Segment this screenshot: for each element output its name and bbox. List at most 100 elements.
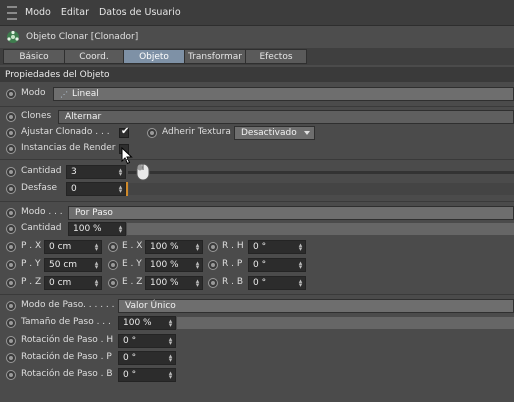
px-value: 0 cm — [49, 242, 72, 252]
rotacion-h-input[interactable]: 0 ° ▴ ▾ — [118, 334, 176, 348]
row-cantidad-percent: Cantidad 100 % ▴ ▾ — [0, 220, 514, 238]
cantidad-percent-slider[interactable] — [127, 223, 514, 235]
tab-transformar[interactable]: Transformar — [184, 49, 246, 64]
tab-efectos[interactable]: Efectos — [245, 49, 307, 64]
spinner-arrows-icon[interactable]: ▴ ▾ — [298, 242, 303, 253]
menu-editar[interactable]: Editar — [61, 7, 89, 18]
menu-datos-usuario[interactable]: Datos de Usuario — [99, 7, 181, 18]
modo-de-paso-dropdown[interactable]: Valor Único — [118, 299, 514, 313]
tab-objeto[interactable]: Objeto — [123, 49, 185, 64]
keyframe-radio-icon[interactable] — [208, 260, 218, 270]
desfase-slider-handle[interactable] — [126, 182, 128, 196]
ex-label: E . X — [122, 241, 143, 251]
modo-de-paso-label: Modo de Paso. . . . . . — [21, 300, 115, 310]
row-rotacion-b: Rotación de Paso . B 0 ° ▴ ▾ — [0, 366, 514, 384]
menu-modo[interactable]: Modo — [25, 7, 51, 18]
ey-input[interactable]: 100 % ▴ ▾ — [145, 258, 203, 272]
modo-transform-dropdown[interactable]: Por Paso — [68, 206, 514, 220]
spinner-arrows-icon[interactable]: ▴ ▾ — [195, 242, 200, 253]
keyframe-radio-icon[interactable] — [6, 89, 16, 99]
keyframe-radio-icon[interactable] — [6, 208, 16, 218]
spinner-arrows-icon[interactable]: ▴ ▾ — [195, 260, 200, 271]
desfase-input[interactable]: 0 ▴ ▾ — [66, 182, 126, 196]
spinner-arrows-icon[interactable]: ▴ ▾ — [195, 278, 200, 289]
keyframe-radio-icon[interactable] — [208, 278, 218, 288]
keyframe-radio-icon[interactable] — [6, 128, 16, 138]
rb-input[interactable]: 0 ° ▴ ▾ — [248, 276, 306, 290]
desfase-slider[interactable] — [129, 183, 514, 195]
pz-value: 0 cm — [49, 278, 72, 288]
py-label: P . Y — [21, 259, 41, 269]
spinner-arrows-icon[interactable]: ▴ ▾ — [168, 353, 173, 364]
keyframe-radio-icon[interactable] — [6, 112, 16, 122]
modo-dropdown[interactable]: ⋰ Lineal — [53, 87, 514, 101]
pz-input[interactable]: 0 cm ▴ ▾ — [44, 276, 102, 290]
spinner-arrows-icon[interactable]: ▴ ▾ — [298, 278, 303, 289]
keyframe-radio-icon[interactable] — [6, 242, 16, 252]
rotacion-p-input[interactable]: 0 ° ▴ ▾ — [118, 351, 176, 365]
chevron-down-icon — [304, 131, 310, 135]
keyframe-radio-icon[interactable] — [6, 370, 16, 380]
keyframe-radio-icon[interactable] — [6, 301, 16, 311]
keyframe-radio-icon[interactable] — [6, 278, 16, 288]
spinner-arrows-icon[interactable]: ▴ ▾ — [118, 167, 123, 178]
menu-grip-icon[interactable] — [7, 5, 17, 20]
keyframe-radio-icon[interactable] — [6, 144, 16, 154]
spinner-arrows-icon[interactable]: ▴ ▾ — [298, 260, 303, 271]
spinner-arrows-icon[interactable]: ▴ ▾ — [118, 224, 123, 235]
divider — [0, 201, 514, 202]
adherir-textura-dropdown[interactable]: Desactivado — [234, 126, 315, 140]
cantidad-slider[interactable] — [128, 171, 514, 174]
desfase-value: 0 — [71, 184, 77, 194]
rh-input[interactable]: 0 ° ▴ ▾ — [248, 240, 306, 254]
tamano-de-paso-slider[interactable] — [177, 317, 514, 329]
row-instancias-render: Instancias de Render — [0, 140, 514, 158]
keyframe-radio-icon[interactable] — [6, 260, 16, 270]
tab-basico[interactable]: Básico — [3, 49, 65, 64]
px-input[interactable]: 0 cm ▴ ▾ — [44, 240, 102, 254]
clones-dropdown[interactable]: Alternar — [58, 110, 514, 124]
row-x: P . X 0 cm ▴ ▾ E . X 100 % ▴ ▾ R . H 0 ° ▴… — [0, 238, 514, 256]
check-icon: ✔ — [121, 126, 130, 137]
keyframe-radio-icon[interactable] — [208, 242, 218, 252]
spinner-arrows-icon[interactable]: ▴ ▾ — [94, 278, 99, 289]
spinner-arrows-icon[interactable]: ▴ ▾ — [168, 336, 173, 347]
cantidad-input[interactable]: 3 ▴ ▾ — [66, 165, 126, 179]
rotacion-p-value: 0 ° — [123, 353, 137, 363]
rotacion-h-label: Rotación de Paso . H — [21, 335, 114, 345]
spinner-arrows-icon[interactable]: ▴ ▾ — [168, 318, 173, 329]
keyframe-radio-icon[interactable] — [6, 318, 16, 328]
modo-transform-label: Modo . . . — [21, 207, 63, 217]
spinner-arrows-icon[interactable]: ▴ ▾ — [168, 370, 173, 381]
keyframe-radio-icon[interactable] — [147, 128, 157, 138]
keyframe-radio-icon[interactable] — [6, 336, 16, 346]
keyframe-radio-icon[interactable] — [6, 167, 16, 177]
spinner-arrows-icon[interactable]: ▴ ▾ — [94, 260, 99, 271]
keyframe-radio-icon[interactable] — [6, 353, 16, 363]
rp-input[interactable]: 0 ° ▴ ▾ — [248, 258, 306, 272]
py-input[interactable]: 50 cm ▴ ▾ — [44, 258, 102, 272]
spinner-arrows-icon[interactable]: ▴ ▾ — [94, 242, 99, 253]
modo-value: Lineal — [72, 89, 99, 99]
keyframe-radio-icon[interactable] — [108, 242, 118, 252]
ajustar-clonado-checkbox[interactable]: ✔ — [119, 126, 130, 138]
cantidad-percent-input[interactable]: 100 % ▴ ▾ — [68, 222, 126, 236]
rotacion-h-value: 0 ° — [123, 336, 137, 346]
modo-transform-value: Por Paso — [75, 208, 113, 218]
keyframe-radio-icon[interactable] — [6, 184, 16, 194]
keyframe-radio-icon[interactable] — [108, 260, 118, 270]
keyframe-radio-icon[interactable] — [6, 224, 16, 234]
adherir-textura-value: Desactivado — [241, 128, 297, 138]
ex-input[interactable]: 100 % ▴ ▾ — [145, 240, 203, 254]
adherir-textura-label: Adherir Textura — [162, 127, 231, 137]
keyframe-radio-icon[interactable] — [108, 278, 118, 288]
rotacion-b-input[interactable]: 0 ° ▴ ▾ — [118, 368, 176, 382]
tamano-de-paso-label: Tamaño de Paso . . . — [21, 317, 111, 327]
divider — [0, 159, 514, 160]
tamano-de-paso-input[interactable]: 100 % ▴ ▾ — [118, 316, 176, 330]
spinner-arrows-icon[interactable]: ▴ ▾ — [118, 184, 123, 195]
clones-value: Alternar — [65, 112, 102, 122]
rh-value: 0 ° — [253, 242, 267, 252]
tab-coord[interactable]: Coord. — [64, 49, 124, 64]
ez-input[interactable]: 100 % ▴ ▾ — [145, 276, 203, 290]
